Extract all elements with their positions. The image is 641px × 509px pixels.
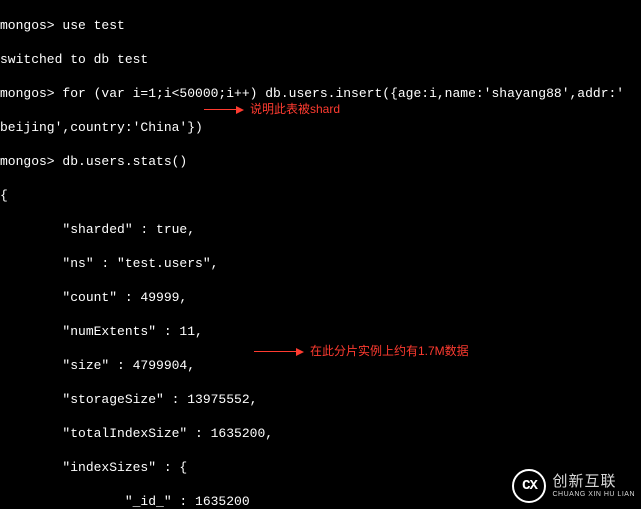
term-line: "numExtents" : 11, xyxy=(0,323,641,340)
term-line: "ns" : "test.users", xyxy=(0,255,641,272)
term-line: mongos> for (var i=1;i<50000;i++) db.use… xyxy=(0,85,641,102)
term-line: "count" : 49999, xyxy=(0,289,641,306)
terminal-output: mongos> use test switched to db test mon… xyxy=(0,0,641,509)
term-line: mongos> use test xyxy=(0,17,641,34)
term-line: switched to db test xyxy=(0,51,641,68)
term-line: "sharded" : true, xyxy=(0,221,641,238)
term-line: "size" : 4799904, xyxy=(0,357,641,374)
watermark-text: 创新互联 CHUANG XIN HU LIAN xyxy=(552,474,635,498)
term-line: "storageSize" : 13975552, xyxy=(0,391,641,408)
term-line: { xyxy=(0,187,641,204)
watermark-cn: 创新互联 xyxy=(552,474,635,489)
term-line: "totalIndexSize" : 1635200, xyxy=(0,425,641,442)
term-line: mongos> db.users.stats() xyxy=(0,153,641,170)
watermark: CX 创新互联 CHUANG XIN HU LIAN xyxy=(512,469,635,503)
watermark-badge-icon: CX xyxy=(512,469,546,503)
watermark-en: CHUANG XIN HU LIAN xyxy=(552,491,635,498)
term-line: beijing',country:'China'}) xyxy=(0,119,641,136)
